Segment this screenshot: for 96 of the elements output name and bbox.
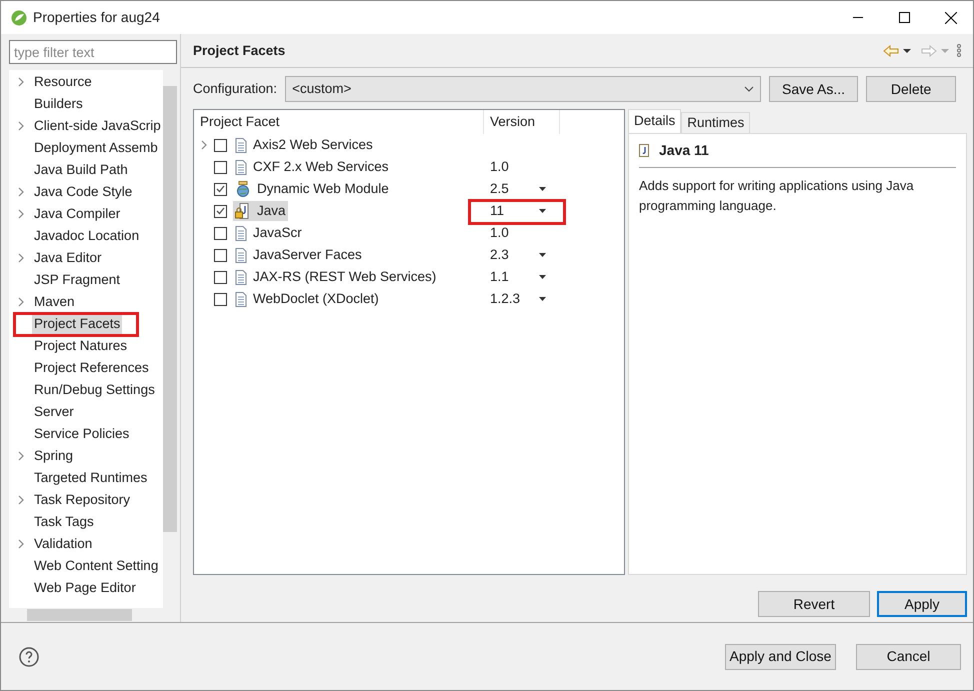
version-value: 2.3	[490, 246, 510, 264]
sidebar-item[interactable]: Builders	[32, 94, 85, 114]
sidebar-item[interactable]: Service Policies	[32, 424, 132, 444]
version-value: 1.0	[490, 158, 510, 176]
checkbox[interactable]	[214, 182, 227, 196]
facet-item[interactable]: Dynamic Web Module	[233, 179, 391, 199]
checkbox[interactable]	[214, 248, 227, 262]
facet-item[interactable]: CXF 2.x Web Services	[233, 157, 391, 177]
sidebar-item[interactable]: Java Code Style	[32, 182, 134, 202]
sidebar-item[interactable]: Client-side JavaScrip	[32, 116, 163, 136]
sidebar-item[interactable]: Task Tags	[32, 512, 96, 532]
action-button[interactable]: Delete	[866, 76, 956, 102]
sidebar-item[interactable]: Maven	[32, 292, 77, 312]
java-file-icon	[639, 144, 649, 157]
close-icon[interactable]	[945, 12, 957, 24]
expand-chevron-icon[interactable]	[17, 209, 25, 219]
minimize-icon[interactable]	[853, 16, 863, 18]
dropdown-caret-icon[interactable]	[539, 187, 546, 191]
document-icon	[235, 160, 247, 174]
dropdown-caret-icon[interactable]	[539, 275, 546, 279]
checkbox[interactable]	[214, 226, 227, 240]
expand-chevron-icon[interactable]	[17, 77, 25, 87]
sidebar-item[interactable]: JSP Fragment	[32, 270, 122, 290]
sidebar-item[interactable]: Run/Debug Settings	[32, 380, 157, 400]
details-tab[interactable]: Details	[628, 109, 682, 133]
sidebar-item[interactable]: Web Content Setting	[32, 556, 160, 576]
sidebar-item[interactable]: Task Repository	[32, 490, 132, 510]
sidebar-item[interactable]: Server	[32, 402, 76, 422]
details-title: Java 11	[659, 141, 709, 160]
action-button[interactable]: Cancel	[856, 644, 961, 670]
checkbox[interactable]	[214, 270, 227, 284]
sidebar-item[interactable]: Validation	[32, 534, 94, 554]
document-icon	[235, 292, 247, 306]
sidebar-item[interactable]: Spring	[32, 446, 76, 466]
version-value: 1.1	[490, 268, 510, 286]
help-icon[interactable]	[19, 646, 39, 666]
maximize-icon[interactable]	[899, 12, 910, 23]
column-header[interactable]: Version	[484, 110, 560, 134]
sidebar-item[interactable]: Java Editor	[32, 248, 104, 268]
sidebar-item[interactable]: Java Build Path	[32, 160, 130, 180]
more-options-icon[interactable]	[957, 44, 961, 57]
expand-chevron-icon[interactable]	[17, 451, 25, 461]
facet-item[interactable]: JavaServer Faces	[233, 245, 364, 265]
checkbox[interactable]	[214, 160, 227, 174]
expand-chevron-icon[interactable]	[17, 187, 25, 197]
checkbox[interactable]	[214, 292, 227, 306]
sidebar-item[interactable]: Targeted Runtimes	[32, 468, 150, 488]
version-value: 11	[490, 202, 506, 220]
action-button[interactable]: Apply and Close	[725, 644, 836, 670]
sidebar-item[interactable]: Java Compiler	[32, 204, 122, 224]
locked-file-icon	[235, 203, 251, 219]
expand-chevron-icon[interactable]	[17, 297, 25, 307]
sidebar-item[interactable]: Deployment Assemb	[32, 138, 160, 158]
chevron-down-icon	[744, 86, 754, 92]
facet-item[interactable]: WebDoclet (XDoclet)	[233, 289, 381, 309]
sidebar-item[interactable]: Web Page Editor	[32, 578, 138, 598]
details-description: Adds support for writing applications using Java programming language.	[639, 177, 915, 215]
column-header[interactable]: Project Facet	[194, 110, 484, 134]
expand-chevron-icon[interactable]	[17, 495, 25, 505]
sidebar-item[interactable]: Project Facets	[32, 314, 122, 334]
sidebar-item[interactable]: Project References	[32, 358, 151, 378]
dropdown-caret-icon[interactable]	[539, 209, 546, 213]
action-button[interactable]: Save As...	[769, 76, 858, 102]
sidebar-item[interactable]: Resource	[32, 72, 94, 92]
checkbox[interactable]	[214, 204, 227, 218]
configuration-dropdown[interactable]: <custom>	[285, 76, 762, 102]
facet-item[interactable]: JAX-RS (REST Web Services)	[233, 267, 438, 287]
document-icon	[235, 138, 247, 152]
version-value: 2.5	[490, 180, 510, 198]
page-title: Project Facets	[193, 42, 286, 60]
document-icon	[235, 248, 247, 262]
dropdown-caret-icon[interactable]	[539, 297, 546, 301]
filter-field[interactable]: type filter text	[9, 40, 177, 64]
details-tab[interactable]: Runtimes	[681, 112, 750, 133]
expand-chevron-icon[interactable]	[17, 121, 25, 131]
facet-item[interactable]: Axis2 Web Services	[233, 135, 375, 155]
expand-chevron-icon[interactable]	[17, 539, 25, 549]
globe-jar-icon	[235, 181, 251, 197]
checkbox[interactable]	[214, 138, 227, 152]
facet-item[interactable]: JavaScr	[233, 223, 304, 243]
action-button[interactable]: Revert	[758, 591, 870, 617]
document-icon	[235, 270, 247, 284]
window-title: Properties for aug24	[33, 8, 160, 27]
sidebar-item[interactable]: Project Natures	[32, 336, 130, 356]
version-value: 1.0	[490, 224, 510, 242]
dropdown-caret-icon[interactable]	[903, 48, 911, 52]
expand-chevron-icon[interactable]	[17, 253, 25, 263]
sidebar-item[interactable]: Javadoc Location	[32, 226, 142, 246]
expand-chevron-icon[interactable]	[200, 140, 208, 150]
facet-item[interactable]: Java	[233, 201, 288, 221]
leaf-logo-icon	[11, 10, 27, 26]
document-icon	[235, 226, 247, 240]
action-button[interactable]: Apply	[877, 591, 967, 617]
version-value: 1.2.3	[490, 290, 522, 308]
configuration-label: Configuration:	[193, 80, 278, 98]
dropdown-caret-icon[interactable]	[539, 253, 546, 257]
